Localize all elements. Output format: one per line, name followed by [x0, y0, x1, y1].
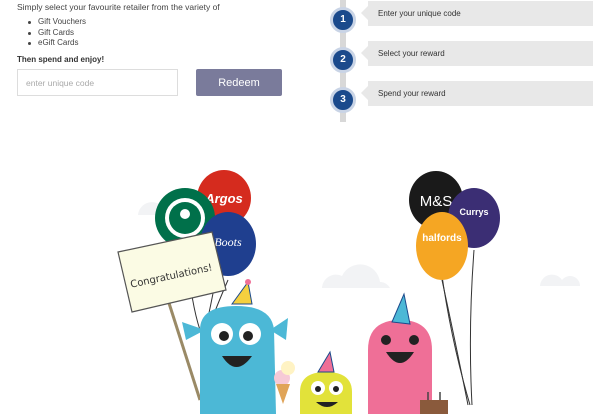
step-label-2: Select your reward [361, 41, 593, 66]
redeem-button[interactable]: Redeem [196, 69, 282, 96]
option-egift-cards: eGift Cards [26, 38, 86, 49]
balloon-halfords: halfords [416, 212, 468, 280]
step-number-1: 1 [330, 7, 356, 33]
balloon-label-halfords: halfords [422, 233, 462, 244]
yellow-monster [300, 350, 352, 414]
unique-code-input[interactable] [17, 69, 178, 96]
balloon-label-ms: M&S [420, 193, 453, 210]
option-gift-vouchers: Gift Vouchers [26, 17, 86, 28]
step-label-1: Enter your unique code [361, 1, 593, 26]
step-number-3: 3 [330, 87, 356, 113]
intro-text: Simply select your favourite retailer fr… [17, 2, 220, 12]
ice-cream-cone [274, 361, 295, 404]
reward-options-list: Gift Vouchers Gift Cards eGift Cards [26, 17, 86, 49]
balloon-label-boots: Boots [214, 235, 242, 249]
pink-monster [368, 292, 448, 414]
option-gift-cards: Gift Cards [26, 28, 86, 39]
spend-heading: Then spend and enjoy! [17, 55, 105, 64]
celebration-illustration: Argos Boots Congratulations! M&S Currys … [117, 170, 580, 414]
step-number-2: 2 [330, 47, 356, 73]
step-label-3: Spend your reward [361, 81, 593, 106]
balloon-label-currys: Currys [459, 207, 488, 217]
